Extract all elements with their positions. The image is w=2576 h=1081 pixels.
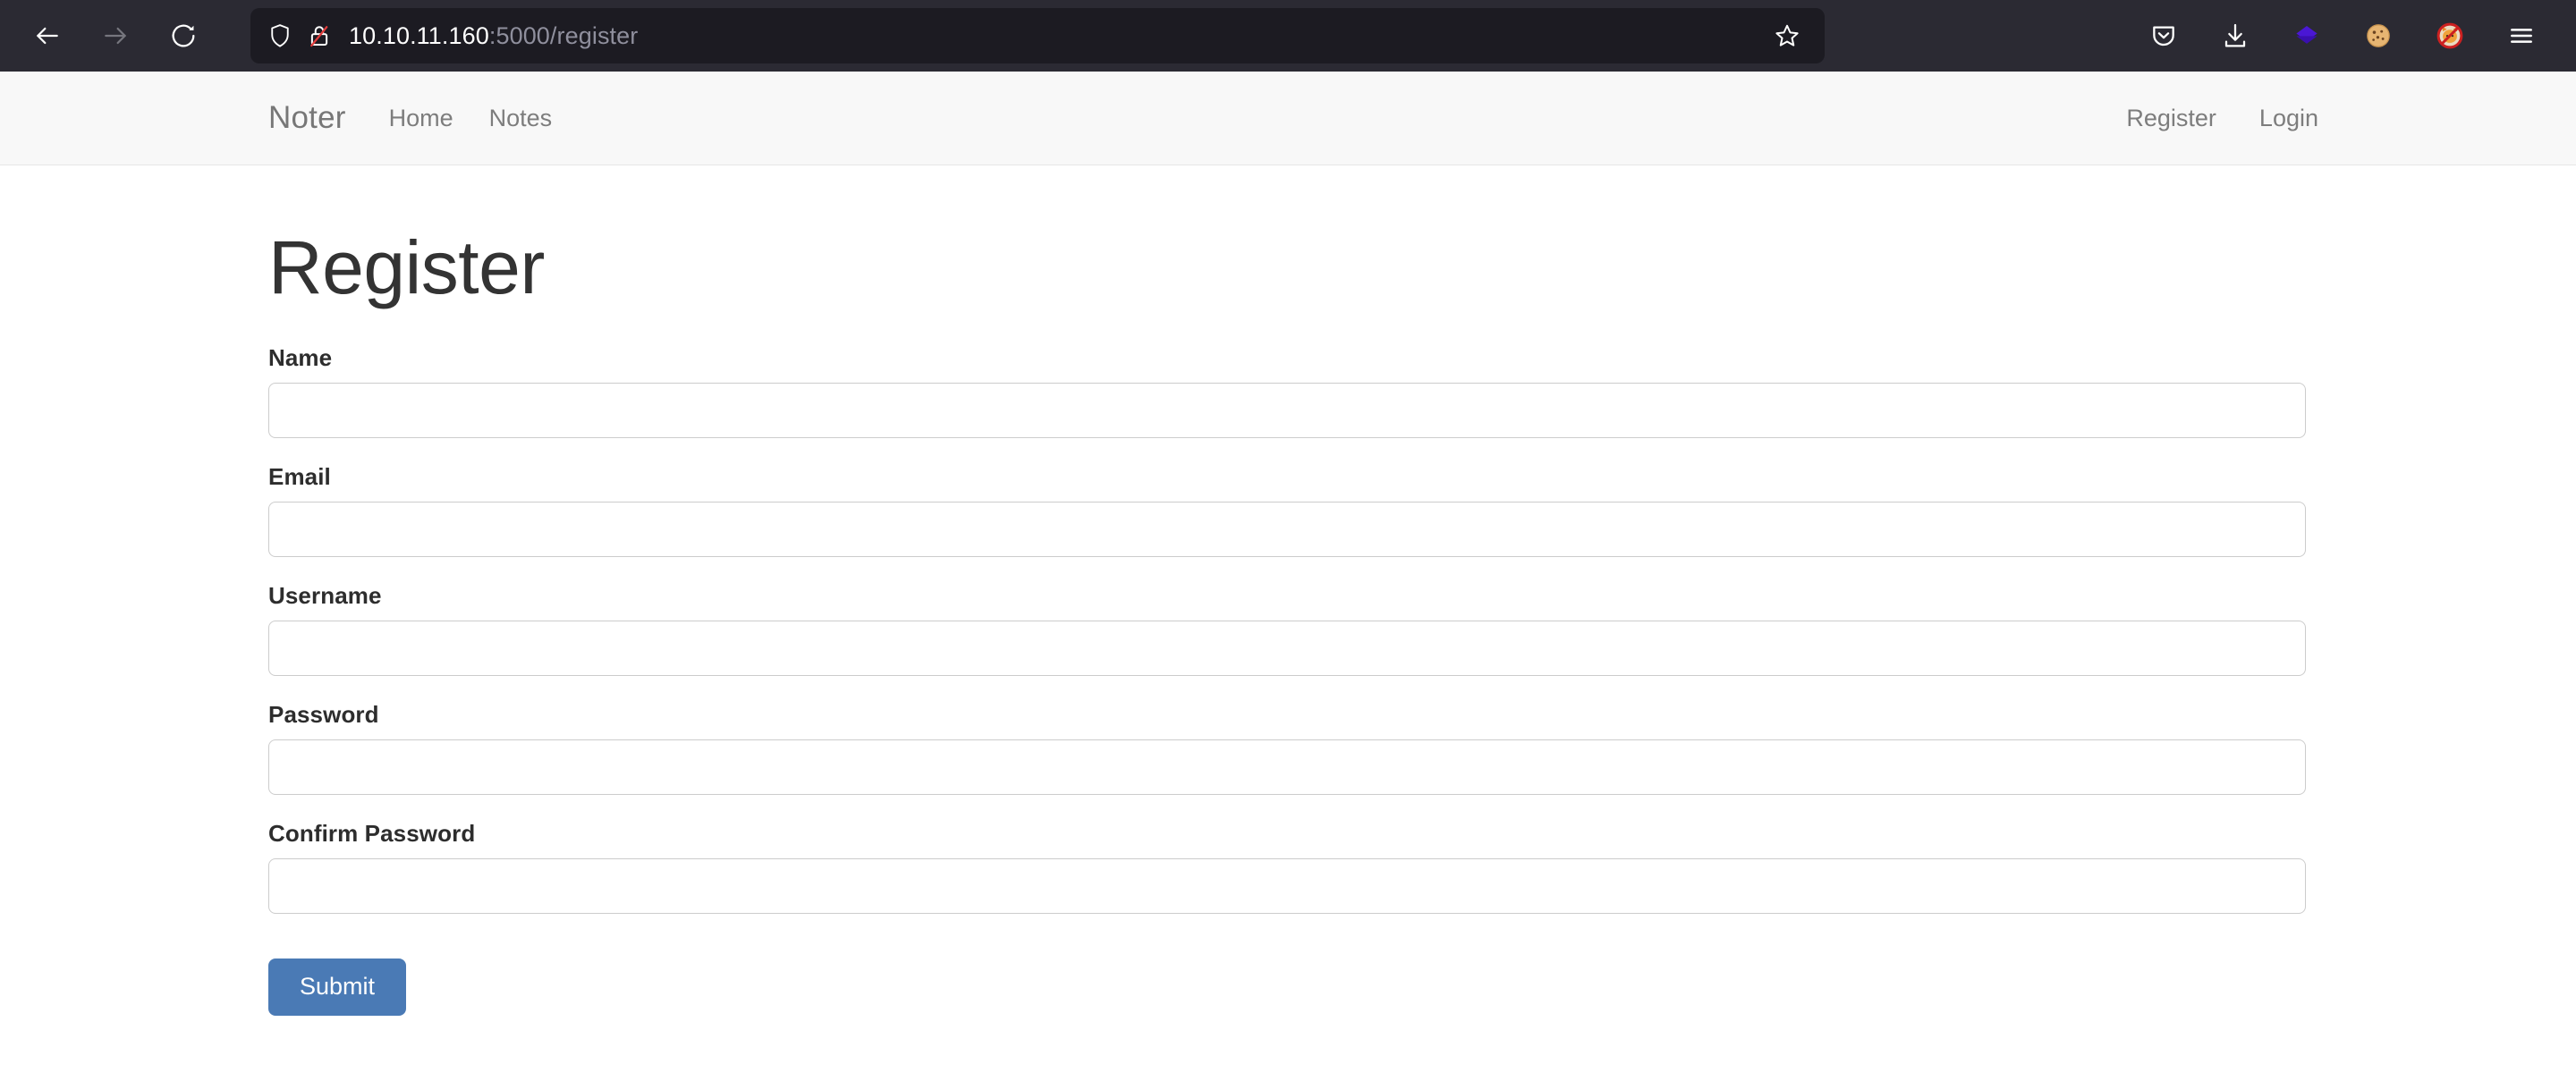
- name-input[interactable]: [268, 383, 2306, 438]
- download-arrow-icon: [2224, 23, 2246, 47]
- label-email: Email: [268, 463, 331, 490]
- cookie-manager-icon[interactable]: [2352, 10, 2404, 62]
- brand-logo[interactable]: Noter: [268, 100, 346, 136]
- bookmark-button[interactable]: [1764, 13, 1810, 59]
- label-username: Username: [268, 582, 382, 609]
- password-input[interactable]: [268, 739, 2306, 795]
- field-group-name: Name: [268, 344, 2306, 438]
- pocket-icon[interactable]: [2138, 10, 2190, 62]
- shield-icon[interactable]: [267, 22, 293, 49]
- browser-toolbar: 10.10.11.160:5000/register: [0, 0, 2576, 72]
- cookie-icon: [2367, 24, 2390, 47]
- back-button[interactable]: [20, 8, 75, 63]
- field-group-email: Email: [268, 463, 2306, 557]
- register-form: Name Email Username Password Confirm Pas…: [268, 344, 2306, 1016]
- confirm-password-input[interactable]: [268, 858, 2306, 914]
- nav-item-notes[interactable]: Notes: [489, 105, 553, 132]
- app-menu-icon[interactable]: [2496, 10, 2547, 62]
- urlbar-container: 10.10.11.160:5000/register: [250, 8, 1825, 63]
- foxyproxy-disabled-icon[interactable]: [2424, 10, 2476, 62]
- field-group-username: Username: [268, 582, 2306, 676]
- back-arrow-icon: [37, 27, 58, 45]
- pocket-glyph-icon: [2153, 26, 2174, 46]
- nav-item-register[interactable]: Register: [2126, 105, 2216, 132]
- lock-insecure-icon[interactable]: [306, 22, 333, 49]
- nav-item-home[interactable]: Home: [389, 105, 453, 132]
- purple-diamond-icon: [2296, 25, 2318, 44]
- address-bar[interactable]: 10.10.11.160:5000/register: [250, 8, 1825, 63]
- navigation-buttons: [20, 8, 211, 63]
- wappalyzer-icon[interactable]: [2281, 10, 2333, 62]
- page-content: Register Name Email Username Password Co…: [0, 230, 2576, 1016]
- label-password: Password: [268, 701, 379, 728]
- field-group-password: Password: [268, 701, 2306, 795]
- label-name: Name: [268, 344, 333, 371]
- nav-links-left: Home Notes: [389, 105, 553, 132]
- field-group-confirm-password: Confirm Password: [268, 820, 2306, 914]
- downloads-icon[interactable]: [2209, 10, 2261, 62]
- fox-blocked-icon: [2436, 22, 2463, 49]
- star-icon: [1775, 24, 1799, 46]
- reload-button[interactable]: [156, 8, 211, 63]
- forward-button[interactable]: [88, 8, 143, 63]
- username-input[interactable]: [268, 621, 2306, 676]
- urlbar-identity-icons: [267, 22, 333, 49]
- nav-item-login[interactable]: Login: [2259, 105, 2318, 132]
- label-confirm-password: Confirm Password: [268, 820, 476, 847]
- email-input[interactable]: [268, 502, 2306, 557]
- page-title: Register: [268, 225, 545, 309]
- url-host: 10.10.11.160: [349, 21, 489, 49]
- site-navbar: Noter Home Notes Register Login: [0, 72, 2576, 165]
- url-text[interactable]: 10.10.11.160:5000/register: [349, 22, 1764, 50]
- forward-arrow-icon: [105, 27, 126, 45]
- url-path: :5000/register: [488, 21, 639, 49]
- reload-icon: [172, 24, 195, 47]
- submit-button[interactable]: Submit: [268, 959, 407, 1016]
- browser-extensions-toolbar: [2138, 10, 2556, 62]
- nav-links-right: Register Login: [2126, 105, 2533, 132]
- hamburger-icon: [2511, 29, 2532, 43]
